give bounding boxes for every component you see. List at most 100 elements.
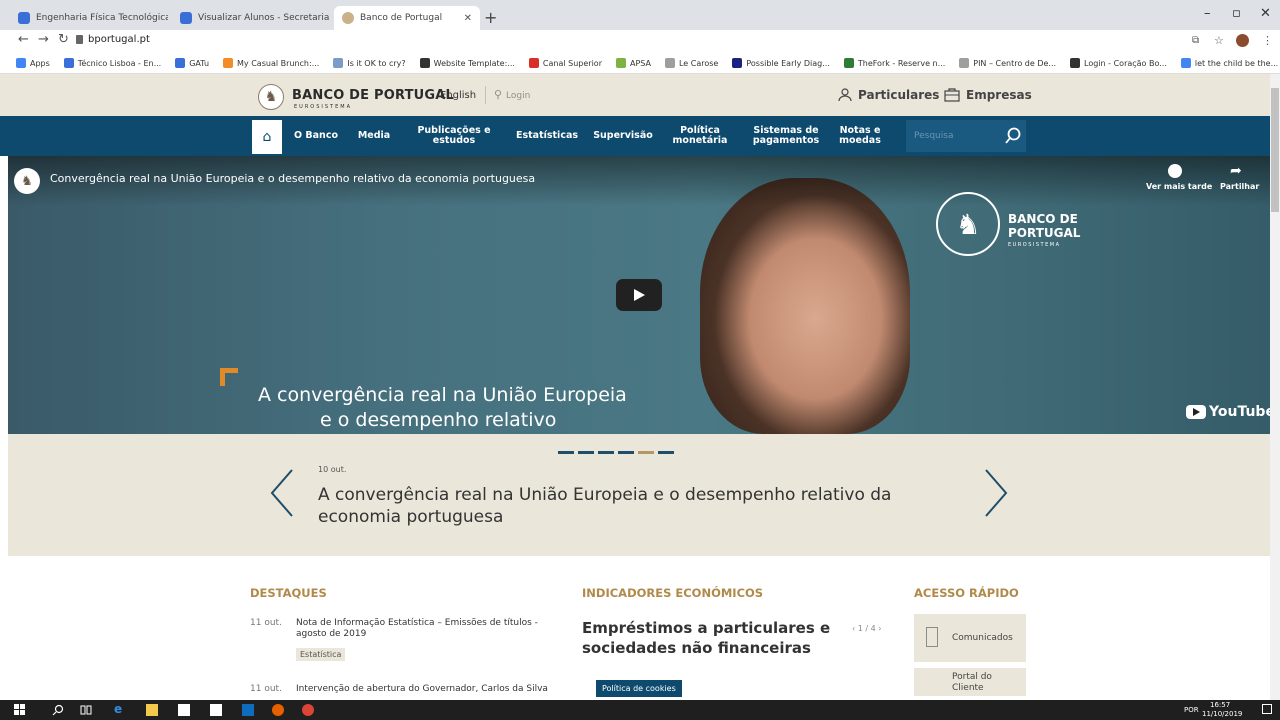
bookmark-item[interactable]: APSA	[615, 58, 651, 68]
share-button[interactable]: Partilhar	[1220, 182, 1259, 191]
bookmark-item[interactable]: Técnico Lisboa - En...	[63, 58, 161, 68]
nav-publicacoes[interactable]: Publicações e estudos	[410, 116, 498, 156]
bank-emblem-icon	[342, 12, 354, 24]
carousel-dot[interactable]	[558, 451, 574, 454]
menu-icon[interactable]: ⋮	[1262, 34, 1273, 47]
profile-avatar[interactable]	[1236, 34, 1249, 47]
watch-later-button[interactable]: Ver mais tarde	[1146, 182, 1212, 191]
video-caption-line1: A convergência real na União Europeia	[258, 384, 627, 406]
carousel-dot[interactable]	[658, 451, 674, 454]
cookie-policy-button[interactable]: Política de cookies	[596, 680, 682, 697]
carousel-dot[interactable]	[598, 451, 614, 454]
forward-icon[interactable]: →	[38, 32, 49, 47]
bookmark-label: let the child be the...	[1194, 58, 1279, 68]
windows-start-icon[interactable]	[14, 704, 26, 716]
close-window-icon[interactable]: ✕	[1260, 6, 1271, 21]
bookmark-item[interactable]: Apps	[16, 58, 50, 68]
windows-taskbar	[0, 700, 1280, 720]
chevron-right-icon[interactable]	[982, 468, 1010, 518]
outlook-icon[interactable]	[242, 704, 254, 716]
bookmark-item[interactable]: GATu	[175, 58, 209, 68]
news-tag[interactable]: Estatística	[296, 648, 346, 661]
reload-icon[interactable]: ↻	[58, 32, 69, 47]
scrollbar-thumb[interactable]	[1271, 88, 1279, 212]
youtube-logo[interactable]: YouTube	[1186, 404, 1275, 420]
nav-supervisao[interactable]: Supervisão	[590, 116, 656, 156]
quick-access-label: Portal do Cliente	[952, 672, 992, 693]
carousel-title[interactable]: A convergência real na União Europeia e …	[318, 484, 958, 528]
empresas-link[interactable]: Empresas	[944, 88, 1032, 102]
bank-emblem-icon[interactable]: ♞	[258, 84, 284, 110]
bookmark-icon	[419, 58, 430, 68]
close-icon[interactable]: ✕	[458, 13, 472, 24]
url-field[interactable]: bportugal.pt	[88, 34, 150, 45]
translate-icon[interactable]: ⧉	[1192, 35, 1199, 46]
bookmark-item[interactable]: Website Template:...	[419, 58, 515, 68]
bookmark-icon	[664, 58, 675, 68]
clock-date[interactable]: 11/10/2019	[1202, 710, 1242, 718]
nav-politica-monetaria[interactable]: Política monetária	[664, 116, 736, 156]
chrome-icon[interactable]	[302, 704, 314, 716]
bookmark-item[interactable]: PIN – Centro de De...	[959, 58, 1056, 68]
edge-icon[interactable]: e	[114, 702, 126, 716]
share-icon[interactable]: ➦	[1230, 163, 1242, 179]
tab-title: Visualizar Alunos - Secretaria Aca	[198, 13, 330, 23]
play-button[interactable]	[616, 279, 662, 311]
store-icon[interactable]	[178, 704, 190, 716]
clock-time[interactable]: 16:57	[1210, 701, 1230, 709]
nav-notas-moedas[interactable]: Notas e moedas	[830, 116, 890, 156]
bookmark-item[interactable]: let the child be the...	[1180, 58, 1279, 68]
browser-tab[interactable]: Visualizar Alunos - Secretaria Aca ✕	[172, 6, 330, 30]
video-caption-line2: e o desempenho relativo	[320, 409, 557, 431]
corner-mark	[220, 368, 238, 386]
lock-icon	[76, 35, 83, 44]
firefox-icon[interactable]	[272, 704, 284, 716]
browser-tab-active[interactable]: Banco de Portugal ✕	[334, 6, 480, 30]
clock-icon[interactable]	[1168, 164, 1182, 178]
indicator-title[interactable]: Empréstimos a particulares e sociedades …	[582, 618, 832, 658]
site-logo[interactable]: BANCO DE PORTUGAL	[292, 88, 454, 103]
channel-emblem-icon[interactable]: ♞	[14, 168, 40, 194]
indicator-pager[interactable]: ‹ 1 / 4 ›	[852, 624, 881, 633]
file-explorer-icon[interactable]	[146, 704, 158, 716]
document-icon	[926, 627, 938, 647]
bookmark-label: Possible Early Diag...	[746, 58, 830, 68]
task-view-icon[interactable]	[80, 704, 92, 716]
news-item[interactable]: Intervenção de abertura do Governador, C…	[296, 684, 556, 695]
bookmark-item[interactable]: Possible Early Diag...	[732, 58, 830, 68]
login-link[interactable]: Login	[506, 91, 530, 101]
nav-o-banco[interactable]: O Banco	[288, 116, 344, 156]
search-icon[interactable]	[1004, 127, 1022, 145]
bookmark-label: Apps	[30, 58, 50, 68]
nav-sistemas-pagamentos[interactable]: Sistemas de pagamentos	[746, 116, 826, 156]
back-icon[interactable]: ←	[18, 32, 29, 47]
bookmark-item[interactable]: Le Carose	[664, 58, 718, 68]
video-title[interactable]: Convergência real na União Europeia e o …	[50, 172, 535, 185]
bookmark-item[interactable]: Is it OK to cry?	[333, 58, 406, 68]
bookmark-item[interactable]: Login - Coração Bo...	[1070, 58, 1167, 68]
chevron-left-icon[interactable]	[268, 468, 296, 518]
bookmark-icon	[223, 58, 234, 68]
search-icon[interactable]	[52, 704, 64, 716]
carousel-dot[interactable]	[618, 451, 634, 454]
notifications-icon[interactable]	[1262, 704, 1272, 714]
carousel-dot[interactable]	[638, 451, 654, 454]
minimize-icon[interactable]: –	[1204, 6, 1211, 21]
bookmark-item[interactable]: My Casual Brunch:...	[223, 58, 319, 68]
browser-tab[interactable]: Engenharia Física Tecnológica – T ✕	[10, 6, 168, 30]
new-tab-icon[interactable]: +	[484, 8, 497, 27]
star-icon[interactable]: ☆	[1214, 34, 1224, 47]
particulares-link[interactable]: Particulares	[838, 88, 939, 102]
carousel-dot[interactable]	[578, 451, 594, 454]
language-indicator[interactable]: POR	[1184, 706, 1199, 714]
bookmark-item[interactable]: Canal Superior	[528, 58, 602, 68]
search-input[interactable]	[906, 120, 996, 152]
nav-media[interactable]: Media	[352, 116, 396, 156]
language-link[interactable]: English	[440, 90, 476, 101]
maximize-icon[interactable]: ▫	[1232, 6, 1241, 21]
nav-estatisticas[interactable]: Estatísticas	[508, 116, 586, 156]
news-item[interactable]: Nota de Informação Estatística – Emissõe…	[296, 618, 556, 640]
bookmark-item[interactable]: TheFork - Reserve n...	[843, 58, 945, 68]
mail-icon[interactable]	[210, 704, 222, 716]
home-icon[interactable]: ⌂	[252, 120, 282, 154]
